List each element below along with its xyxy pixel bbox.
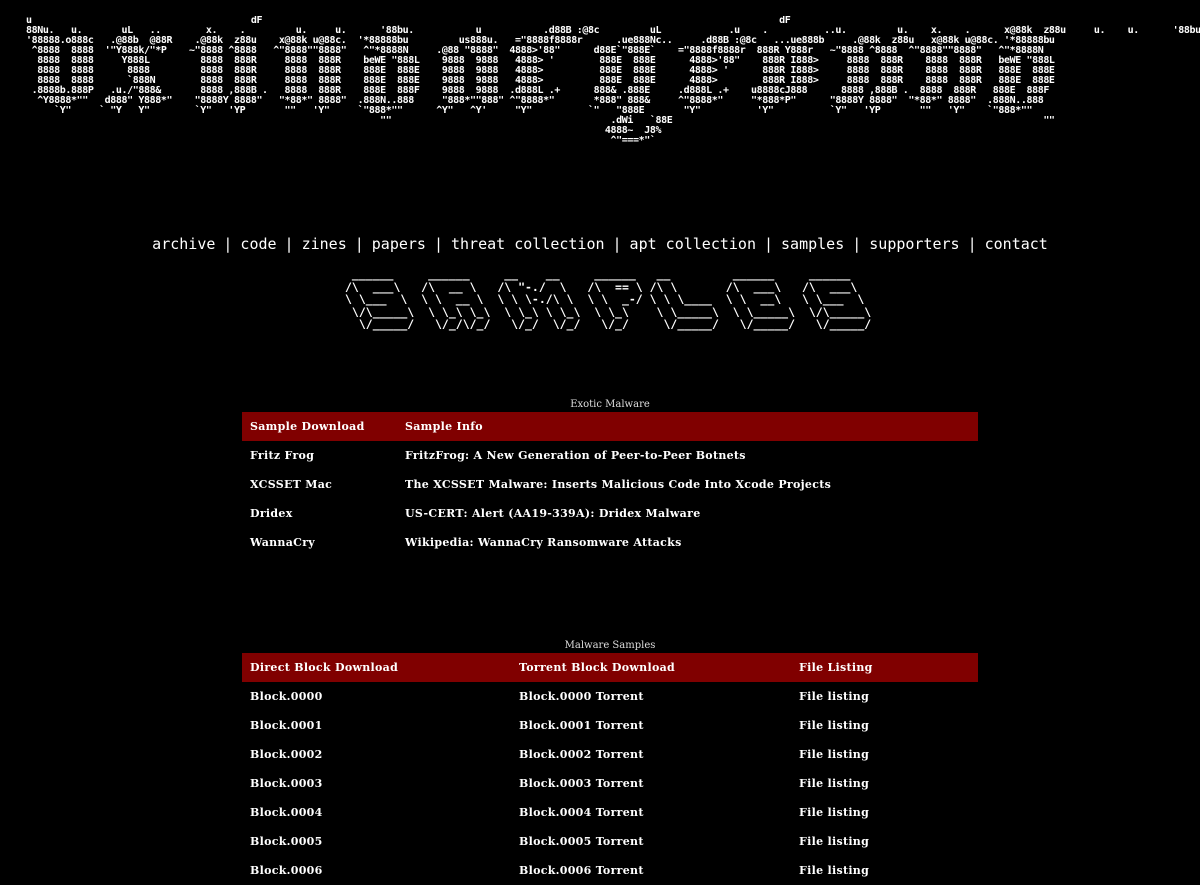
nav-separator: |: [763, 235, 774, 253]
direct-block-link[interactable]: Block.0006: [250, 864, 323, 877]
torrent-block-link[interactable]: Block.0001 Torrent: [519, 719, 644, 732]
torrent-block-link[interactable]: Block.0002 Torrent: [519, 748, 644, 761]
sample-info-link[interactable]: US-CERT: Alert (AA19-339A): Dridex Malwa…: [405, 507, 701, 520]
direct-block-link[interactable]: Block.0001: [250, 719, 323, 732]
samples-banner-ascii: ______ ______ __ __ ______ __ ______ ___…: [345, 267, 872, 332]
nav-separator: |: [612, 235, 622, 253]
nav-apt-collection[interactable]: apt collection: [630, 235, 756, 253]
sample-info-link[interactable]: The XCSSET Malware: Inserts Malicious Co…: [405, 478, 831, 491]
nav-separator: |: [433, 235, 443, 253]
malware-samples-table: Direct Block Download Torrent Block Down…: [242, 653, 978, 885]
nav-papers[interactable]: papers: [372, 235, 426, 253]
nav-separator: |: [223, 235, 233, 253]
file-listing-link[interactable]: File listing: [799, 690, 869, 703]
direct-block-link[interactable]: Block.0005: [250, 835, 323, 848]
direct-block-link[interactable]: Block.0002: [250, 748, 323, 761]
header-file-listing: File Listing: [791, 653, 978, 682]
torrent-block-link[interactable]: Block.0006 Torrent: [519, 864, 644, 877]
nav-separator: |: [284, 235, 294, 253]
table-row: Fritz Frog FritzFrog: A New Generation o…: [242, 441, 978, 470]
direct-block-link[interactable]: Block.0003: [250, 777, 323, 790]
table-row: Block.0003 Block.0003 Torrent File listi…: [242, 769, 978, 798]
exotic-malware-table: Sample Download Sample Info Fritz Frog F…: [242, 412, 978, 557]
nav-contact[interactable]: contact: [985, 235, 1048, 253]
table-header-row: Direct Block Download Torrent Block Down…: [242, 653, 978, 682]
file-listing-link[interactable]: File listing: [799, 777, 869, 790]
file-listing-link[interactable]: File listing: [799, 835, 869, 848]
nav-separator: |: [967, 235, 977, 253]
malware-samples-caption: Malware Samples: [564, 640, 656, 651]
sample-download-link[interactable]: Fritz Frog: [250, 449, 314, 462]
sample-download-link[interactable]: XCSSET Mac: [250, 478, 332, 491]
header-sample-info: Sample Info: [397, 412, 978, 441]
table-row: Block.0006 Block.0006 Torrent File listi…: [242, 856, 978, 885]
header-direct-block-download: Direct Block Download: [242, 653, 511, 682]
sample-download-link[interactable]: WannaCry: [250, 536, 315, 549]
table-row: Dridex US-CERT: Alert (AA19-339A): Dride…: [242, 499, 978, 528]
torrent-block-link[interactable]: Block.0003 Torrent: [519, 777, 644, 790]
direct-block-link[interactable]: Block.0000: [250, 690, 323, 703]
table-row: Block.0004 Block.0004 Torrent File listi…: [242, 798, 978, 827]
nav-archive[interactable]: archive: [152, 235, 215, 253]
nav-separator: |: [354, 235, 364, 253]
table-row: XCSSET Mac The XCSSET Malware: Inserts M…: [242, 470, 978, 499]
site-logo: u dF dF 88Nu. u. uL .. x. . u. u. '88bu.…: [0, 16, 1200, 226]
sample-info-link[interactable]: Wikipedia: WannaCry Ransomware Attacks: [405, 536, 682, 549]
exotic-malware-caption: Exotic Malware: [570, 399, 650, 410]
file-listing-link[interactable]: File listing: [799, 748, 869, 761]
nav-zines[interactable]: zines: [302, 235, 347, 253]
file-listing-link[interactable]: File listing: [799, 719, 869, 732]
file-listing-link[interactable]: File listing: [799, 806, 869, 819]
table-row: WannaCry Wikipedia: WannaCry Ransomware …: [242, 528, 978, 557]
nav-code[interactable]: code: [240, 235, 276, 253]
torrent-block-link[interactable]: Block.0004 Torrent: [519, 806, 644, 819]
direct-block-link[interactable]: Block.0004: [250, 806, 323, 819]
table-row: Block.0000 Block.0000 Torrent File listi…: [242, 682, 978, 711]
table-row: Block.0002 Block.0002 Torrent File listi…: [242, 740, 978, 769]
table-header-row: Sample Download Sample Info: [242, 412, 978, 441]
torrent-block-link[interactable]: Block.0000 Torrent: [519, 690, 644, 703]
header-torrent-block-download: Torrent Block Download: [511, 653, 791, 682]
table-row: Block.0005 Block.0005 Torrent File listi…: [242, 827, 978, 856]
nav-samples[interactable]: samples: [781, 235, 844, 253]
table-row: Block.0001 Block.0001 Torrent File listi…: [242, 711, 978, 740]
logo-ascii-art: u dF dF 88Nu. u. uL .. x. . u. u. '88bu.…: [26, 16, 1200, 146]
main-nav: archive | code | zines | papers | threat collect…: [0, 235, 1200, 253]
nav-separator: |: [852, 235, 862, 253]
torrent-block-link[interactable]: Block.0005 Torrent: [519, 835, 644, 848]
sample-download-link[interactable]: Dridex: [250, 507, 293, 520]
header-sample-download: Sample Download: [242, 412, 397, 441]
nav-supporters[interactable]: supporters: [869, 235, 959, 253]
sample-info-link[interactable]: FritzFrog: A New Generation of Peer-to-P…: [405, 449, 746, 462]
file-listing-link[interactable]: File listing: [799, 864, 869, 877]
nav-threat-collection[interactable]: threat collection: [451, 235, 605, 253]
